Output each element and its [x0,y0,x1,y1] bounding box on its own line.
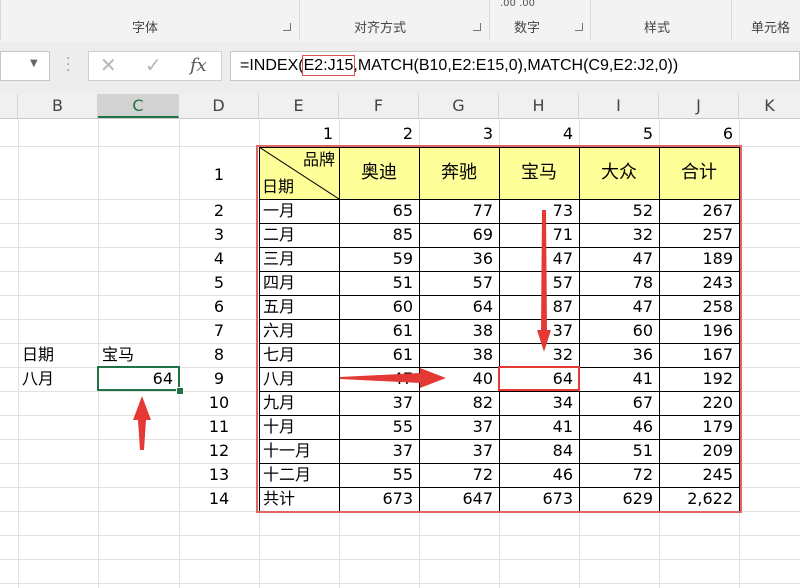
arrow-down-icon [537,210,551,352]
annotation-arrows [133,210,551,450]
arrow-right-icon [340,368,446,388]
arrow-up-icon [133,396,151,450]
